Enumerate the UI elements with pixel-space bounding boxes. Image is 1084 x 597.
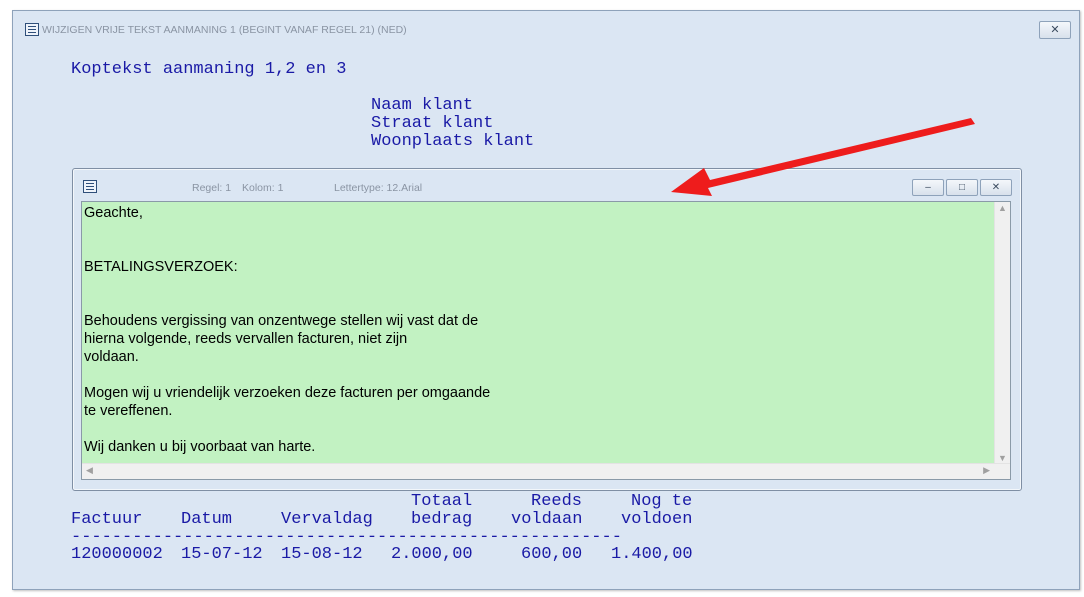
background-window-edge	[0, 0, 1084, 10]
window-menu-icon[interactable]	[25, 23, 39, 36]
header-factuur: Factuur	[71, 510, 143, 529]
header-totaal: Totaal	[411, 492, 473, 511]
status-kolom: Kolom: 1	[242, 182, 284, 194]
editor-restore-button[interactable]: □	[946, 179, 978, 196]
main-window: WIJZIGEN VRIJE TEKST AANMANING 1 (BEGINT…	[12, 10, 1080, 590]
cell-reeds-voldaan: 600,00	[521, 545, 583, 564]
header-voldaan: voldaan	[511, 510, 583, 529]
cell-factuur: 120000002	[71, 545, 163, 564]
scroll-right-icon[interactable]: ▶	[983, 465, 990, 476]
scroll-left-icon[interactable]: ◀	[86, 465, 93, 476]
address-line-street: Straat klant	[371, 114, 494, 133]
header-nog-te: Nog te	[631, 492, 693, 511]
horizontal-scrollbar[interactable]: ◀ ▶	[82, 463, 1010, 479]
header-voldoen: voldoen	[621, 510, 693, 529]
cell-vervaldag: 15-08-12	[281, 545, 363, 564]
window-title: WIJZIGEN VRIJE TEKST AANMANING 1 (BEGINT…	[42, 24, 407, 36]
header-bedrag: bedrag	[411, 510, 473, 529]
status-lettertype: Lettertype: 12.Arial	[334, 182, 423, 194]
header-vervaldag: Vervaldag	[281, 510, 373, 529]
text-editor-window: Regel: 1 Kolom: 1 Lettertype: 12.Arial –…	[72, 168, 1022, 491]
scroll-down-icon[interactable]: ▼	[998, 453, 1007, 463]
header-datum: Datum	[181, 510, 233, 529]
status-regel: Regel: 1	[192, 182, 232, 194]
text-editor[interactable]: Geachte, BETALINGSVERZOEK: Behoudens ver…	[81, 201, 1011, 480]
editor-minimize-button[interactable]: –	[912, 179, 944, 196]
vertical-scrollbar[interactable]: ▲ ▼	[994, 202, 1010, 464]
editor-close-button[interactable]: ✕	[980, 179, 1012, 196]
cell-nog-te-voldoen: 1.400,00	[611, 545, 693, 564]
header-reeds: Reeds	[531, 492, 583, 511]
cell-totaal-bedrag: 2.000,00	[391, 545, 473, 564]
scroll-up-icon[interactable]: ▲	[998, 203, 1007, 213]
editor-menu-icon[interactable]	[83, 180, 97, 193]
window-close-button[interactable]: ✕	[1039, 21, 1071, 39]
address-line-name: Naam klant	[371, 96, 474, 115]
cell-datum: 15-07-12	[181, 545, 263, 564]
address-line-city: Woonplaats klant	[371, 132, 535, 151]
editor-text[interactable]: Geachte, BETALINGSVERZOEK: Behoudens ver…	[84, 204, 490, 456]
koptekst-label: Koptekst aanmaning 1,2 en 3	[71, 60, 347, 79]
